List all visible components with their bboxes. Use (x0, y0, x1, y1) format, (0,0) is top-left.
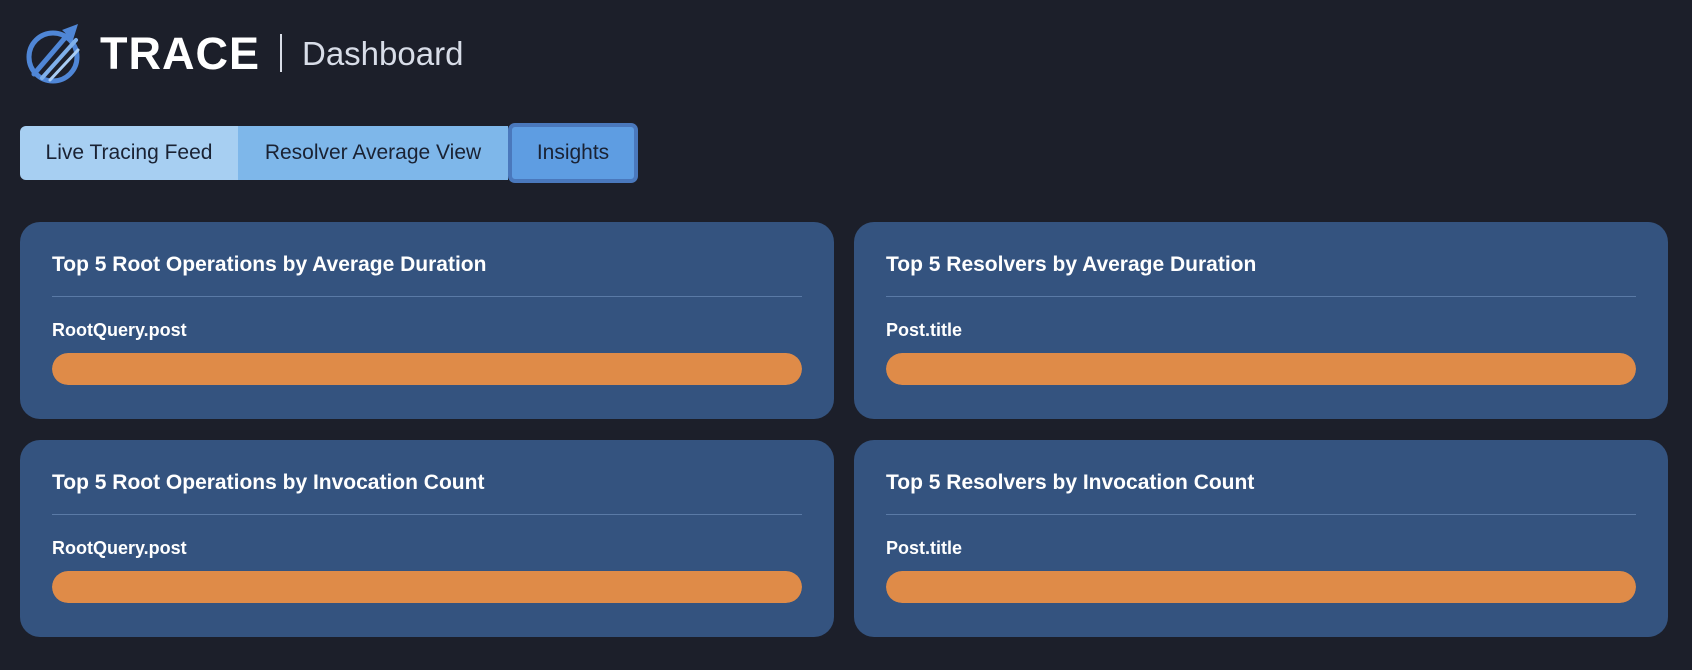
invocation-bar (886, 571, 1636, 603)
card-divider (886, 514, 1636, 515)
card-resolvers-invocation-count: Top 5 Resolvers by Invocation Count Post… (854, 440, 1668, 637)
bar-track (886, 353, 1636, 385)
tab-resolver-average-view[interactable]: Resolver Average View (238, 126, 508, 180)
card-title: Top 5 Root Operations by Average Duratio… (52, 253, 487, 276)
invocation-bar (52, 571, 802, 603)
item-label: Post.title (886, 320, 963, 340)
trace-logo-icon (26, 24, 80, 84)
bar-track (886, 571, 1636, 603)
card-divider (52, 296, 802, 297)
brand-name: TRACE (100, 27, 260, 79)
card-divider (52, 514, 802, 515)
duration-bar (886, 353, 1636, 385)
tab-insights[interactable]: Insights (508, 123, 638, 183)
card-title: Top 5 Resolvers by Invocation Count (886, 471, 1255, 494)
app-header: TRACE Dashboard (26, 22, 463, 84)
card-title: Top 5 Root Operations by Invocation Coun… (52, 471, 485, 494)
card-root-ops-invocation-count: Top 5 Root Operations by Invocation Coun… (20, 440, 834, 637)
bar-track (52, 571, 802, 603)
page-subtitle: Dashboard (302, 34, 464, 72)
card-resolvers-avg-duration: Top 5 Resolvers by Average Duration Post… (854, 222, 1668, 419)
tab-live-tracing-feed[interactable]: Live Tracing Feed (20, 126, 238, 180)
item-label: Post.title (886, 538, 963, 558)
card-root-ops-avg-duration: Top 5 Root Operations by Average Duratio… (20, 222, 834, 419)
view-tabs: Live Tracing Feed Resolver Average View … (20, 123, 638, 183)
item-label: RootQuery.post (52, 538, 187, 558)
card-divider (886, 296, 1636, 297)
card-title: Top 5 Resolvers by Average Duration (886, 253, 1257, 276)
header-divider (280, 34, 282, 72)
duration-bar (52, 353, 802, 385)
bar-track (52, 353, 802, 385)
item-label: RootQuery.post (52, 320, 187, 340)
